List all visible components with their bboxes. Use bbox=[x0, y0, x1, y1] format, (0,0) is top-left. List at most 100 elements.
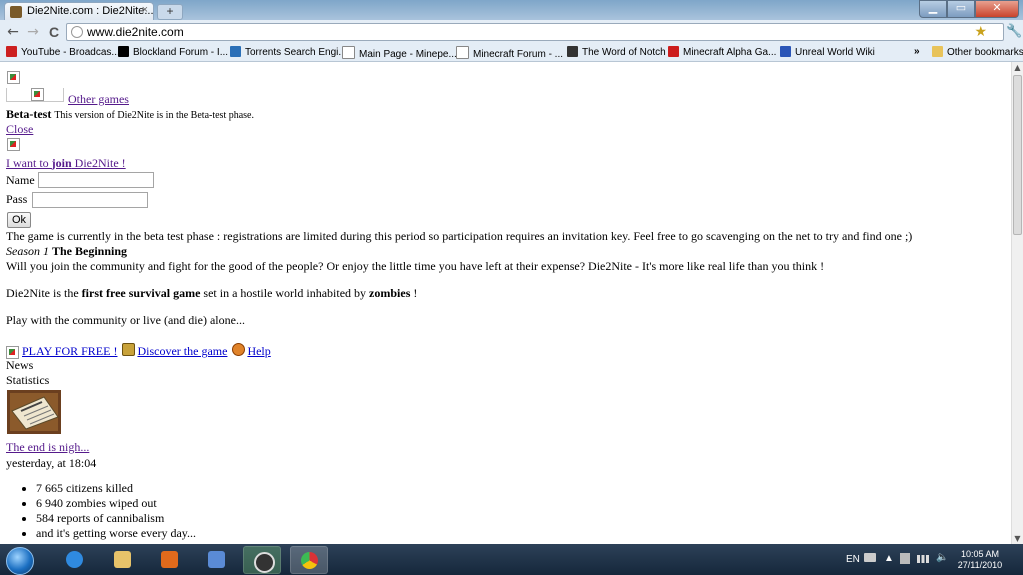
show-hidden-icons-icon[interactable]: ▲ bbox=[884, 553, 894, 564]
broken-image-icon bbox=[31, 88, 44, 101]
internet-explorer-icon bbox=[66, 551, 83, 568]
intro-text: Will you join the community and fight fo… bbox=[6, 259, 825, 273]
scroll-down-arrow-icon[interactable]: ▼ bbox=[1012, 533, 1023, 544]
play-for-free-link[interactable]: PLAY FOR FREE ! bbox=[6, 344, 117, 359]
pass-label: Pass bbox=[6, 192, 28, 206]
forward-button[interactable]: → bbox=[24, 23, 42, 41]
folder-icon bbox=[114, 551, 131, 568]
wiki-icon bbox=[780, 46, 791, 57]
globe-icon bbox=[71, 26, 83, 38]
help-link[interactable]: Help bbox=[232, 343, 271, 358]
network-signal-icon[interactable] bbox=[917, 555, 929, 563]
newspaper-image bbox=[6, 389, 62, 439]
stat-worse-every-day: and it's getting worse every day... bbox=[36, 526, 196, 541]
beta-banner: Beta-test This version of Die2Nite is in… bbox=[6, 107, 254, 123]
start-button[interactable] bbox=[6, 547, 34, 575]
taskbar-media-player[interactable] bbox=[151, 546, 189, 574]
other-games-link[interactable]: Other games bbox=[68, 92, 129, 107]
bookmarks-overflow-button[interactable]: » bbox=[914, 46, 920, 57]
address-bar[interactable]: www.die2nite.com ★ bbox=[66, 23, 1004, 41]
ok-button[interactable]: Ok bbox=[7, 212, 32, 228]
taskbar-internet-explorer[interactable] bbox=[56, 546, 94, 574]
description-text: Die2Nite is the first free survival game… bbox=[6, 286, 418, 300]
steam-icon bbox=[254, 552, 275, 573]
window-controls: ▁ ▭ ✕ bbox=[919, 0, 1019, 18]
join-link[interactable]: I want to join Die2Nite ! bbox=[6, 156, 126, 171]
beta-text: This version of Die2Nite is in the Beta-… bbox=[54, 110, 254, 121]
taskbar-paint[interactable] bbox=[198, 546, 236, 574]
clock-date: 27/11/2010 bbox=[957, 560, 1003, 570]
stat-cannibalism-reports: 584 reports of cannibalism bbox=[36, 511, 196, 526]
language-indicator[interactable]: EN bbox=[846, 554, 860, 565]
taskbar-explorer[interactable] bbox=[104, 546, 142, 574]
folder-icon bbox=[932, 46, 943, 57]
bookmark-torrents[interactable]: Torrents Search Engi... bbox=[230, 46, 347, 58]
season-heading: Season 1 The Beginning bbox=[6, 244, 127, 259]
page-icon bbox=[456, 46, 469, 59]
maximize-button[interactable]: ▭ bbox=[947, 0, 975, 18]
bookmark-minecraft-alpha[interactable]: Minecraft Alpha Ga... bbox=[668, 46, 776, 58]
bookmarks-bar: YouTube - Broadcas... Blockland Forum - … bbox=[0, 44, 1023, 62]
media-player-icon bbox=[161, 551, 178, 568]
bookmark-youtube[interactable]: YouTube - Broadcas... bbox=[6, 46, 120, 58]
device-icon[interactable] bbox=[900, 553, 910, 564]
bookmark-minecraft-forum[interactable]: Minecraft Forum - ... bbox=[456, 46, 563, 60]
torrents-icon bbox=[230, 46, 241, 57]
bookmark-blockland[interactable]: Blockland Forum - I... bbox=[118, 46, 228, 58]
scrollbar-thumb[interactable] bbox=[1013, 75, 1022, 235]
taskbar-steam[interactable] bbox=[243, 546, 281, 574]
stat-citizens-killed: 7 665 citizens killed bbox=[36, 481, 196, 496]
games-selector[interactable] bbox=[6, 88, 64, 102]
scroll-up-arrow-icon[interactable]: ▲ bbox=[1012, 62, 1023, 73]
wrench-menu-icon[interactable]: 🔧 bbox=[1006, 24, 1022, 39]
url-text: www.die2nite.com bbox=[87, 25, 184, 39]
help-icon bbox=[232, 343, 246, 356]
bookmark-star-icon[interactable]: ★ bbox=[974, 24, 987, 40]
tab-close-icon[interactable]: × bbox=[142, 4, 148, 16]
window-titlebar: Die2Nite.com : Die2Nite.... × + ▁ ▭ ✕ bbox=[0, 0, 1023, 20]
password-input[interactable] bbox=[32, 192, 148, 208]
stat-zombies-wiped-out: 6 940 zombies wiped out bbox=[36, 496, 196, 511]
back-button[interactable]: ← bbox=[4, 23, 22, 41]
chrome-icon bbox=[301, 552, 318, 569]
taskbar-clock[interactable]: 10:05 AM 27/11/2010 bbox=[950, 549, 1010, 571]
action-links: PLAY FOR FREE ! Discover the game Help bbox=[6, 343, 271, 359]
browser-tab[interactable]: Die2Nite.com : Die2Nite.... × bbox=[4, 2, 154, 20]
reload-button[interactable]: C bbox=[45, 23, 63, 41]
play-line: Play with the community or live (and die… bbox=[6, 313, 245, 327]
blockland-icon bbox=[118, 46, 129, 57]
keyboard-icon[interactable] bbox=[864, 553, 876, 562]
paint-icon bbox=[208, 551, 225, 568]
statistics-list: 7 665 citizens killed 6 940 zombies wipe… bbox=[18, 481, 196, 541]
volume-icon[interactable]: 🔈 bbox=[936, 552, 948, 563]
bookmark-minepedia[interactable]: Main Page - Minepe... bbox=[342, 46, 457, 60]
close-window-button[interactable]: ✕ bbox=[975, 0, 1019, 18]
statistics-tab[interactable]: Statistics bbox=[6, 373, 49, 388]
news-headline-link[interactable]: The end is nigh... bbox=[6, 440, 89, 455]
clock-time: 10:05 AM bbox=[960, 549, 1000, 559]
taskbar-chrome[interactable] bbox=[290, 546, 328, 574]
die2nite-favicon bbox=[10, 6, 22, 18]
news-tab[interactable]: News bbox=[6, 358, 33, 373]
bookmark-word-of-notch[interactable]: The Word of Notch bbox=[567, 46, 666, 58]
name-label: Name bbox=[6, 173, 35, 187]
notch-icon bbox=[567, 46, 578, 57]
vertical-scrollbar[interactable]: ▲ ▼ bbox=[1011, 62, 1023, 544]
beta-title: Beta-test bbox=[6, 107, 52, 121]
page-icon bbox=[342, 46, 355, 59]
new-tab-button[interactable]: + bbox=[157, 4, 183, 20]
minimize-button[interactable]: ▁ bbox=[919, 0, 947, 18]
discover-link[interactable]: Discover the game bbox=[122, 343, 227, 358]
windows-taskbar: EN ▲ 🔈 10:05 AM 27/11/2010 bbox=[0, 544, 1023, 575]
broken-image-icon bbox=[7, 138, 20, 151]
season-title: The Beginning bbox=[52, 244, 128, 258]
bookmark-unreal-world[interactable]: Unreal World Wiki bbox=[780, 46, 875, 58]
close-link[interactable]: Close bbox=[6, 122, 33, 137]
beta-notice: The game is currently in the beta test p… bbox=[6, 229, 913, 243]
broken-image-icon bbox=[7, 71, 20, 84]
name-input[interactable] bbox=[38, 172, 154, 188]
youtube-icon bbox=[6, 46, 17, 57]
tab-title: Die2Nite.com : Die2Nite.... bbox=[27, 5, 154, 17]
broken-image-icon bbox=[6, 345, 19, 359]
other-bookmarks-button[interactable]: Other bookmarks bbox=[932, 46, 1023, 58]
